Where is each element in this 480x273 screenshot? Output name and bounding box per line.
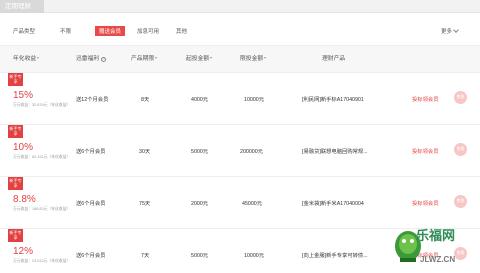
table-row: 新手专享 10% 万元收益：82.191元（年化收益） 送6个月会员 30天 5… [0,125,480,177]
new-user-badge: 新手专享 [8,229,23,242]
header-min-amount[interactable]: 起投金额 [186,53,213,62]
sold-out-badge: 售罄 [454,91,467,104]
watermark-text: 乐福网 [416,229,456,244]
sort-icon [37,57,40,59]
more-label: 更多 [441,29,453,35]
watermark-url: JLWZ.CN [420,255,456,264]
yield-note: 万元收益：32.876元（年化收益） [13,103,71,107]
header-term[interactable]: 产品期限 [131,53,158,62]
term-cell: 30天 [139,149,151,155]
yield-note: 万元收益：23.013元（年化收益） [13,259,71,263]
sort-icon [264,57,267,59]
sold-out-badge: 售罄 [454,195,467,208]
filter-option-rate-boost[interactable]: 加息可用 [137,27,159,35]
filter-option-gift-member[interactable]: 赠送会员 [95,26,126,36]
table-header: 年化收益 迅雷福利? 产品期限 起投金额 限投金额 理财产品 [0,45,480,73]
more-button[interactable]: 更多 [441,27,459,35]
tab-fixed-finance[interactable]: 定期理财 [0,0,44,13]
product-link[interactable]: [金米袋]新手米A17040004 [302,199,364,207]
max-amount-cell: 200000元 [240,149,263,155]
min-amount-cell: 5000元 [191,149,209,155]
header-max-amount[interactable]: 限投金额 [240,53,267,62]
help-icon[interactable]: ? [101,57,107,62]
filter-label: 产品类型 [13,29,36,35]
term-cell: 7天 [141,253,150,259]
sold-out-badge: 售罄 [454,143,467,156]
term-cell: 8天 [141,97,150,103]
yield-note: 万元收益：82.191元（年化收益） [13,155,71,159]
invest-link[interactable]: 投标领会员 [412,95,439,103]
product-link[interactable]: [利民网]新手标A17040901 [302,95,364,103]
product-link[interactable]: [易融贷]联想电脑回购常规... [302,147,368,155]
filter-option-unlimited[interactable]: 不限 [60,27,71,35]
welfare-cell: 送6个月会员 [76,253,106,259]
table-row: 新手专享 15% 万元收益：32.876元（年化收益） 送12个月会员 8天 4… [0,73,480,125]
chevron-down-icon [453,27,459,33]
welfare-cell: 送6个月会员 [76,201,106,207]
max-amount-cell: 45000元 [242,201,263,207]
new-user-badge: 新手专享 [8,125,23,138]
welfare-cell: 送6个月会员 [76,149,106,155]
yield-note: 万元收益：168.82元（年化收益） [13,207,71,211]
filter-option-other[interactable]: 其他 [176,27,187,35]
min-amount-cell: 2000元 [191,201,209,207]
annual-rate: 15% [13,90,34,101]
product-link[interactable]: [向上金服]新手专享可转债... [302,251,368,259]
annual-rate: 8.8% [13,194,36,205]
annual-rate: 10% [13,142,34,153]
invest-link[interactable]: 投标领会员 [412,147,439,155]
min-amount-cell: 4000元 [191,97,209,103]
term-cell: 75天 [139,201,151,207]
max-amount-cell: 10000元 [244,97,265,103]
sort-icon [155,57,158,59]
max-amount-cell: 10000元 [244,253,265,259]
new-user-badge: 新手专享 [8,177,23,190]
welfare-cell: 送12个月会员 [76,97,109,103]
min-amount-cell: 5000元 [191,253,209,259]
new-user-badge: 新手专享 [8,73,23,86]
invest-link[interactable]: 投标领会员 [412,199,439,207]
sort-icon [210,57,213,59]
filter-bar: 产品类型 不限 赠送会员 加息可用 其他 更多 [0,13,480,45]
tab-bar: 定期理财 [0,0,480,13]
header-annual-yield[interactable]: 年化收益 [13,53,40,62]
header-welfare: 迅雷福利? [76,56,107,62]
header-product: 理财产品 [322,56,346,62]
annual-rate: 12% [13,246,34,257]
